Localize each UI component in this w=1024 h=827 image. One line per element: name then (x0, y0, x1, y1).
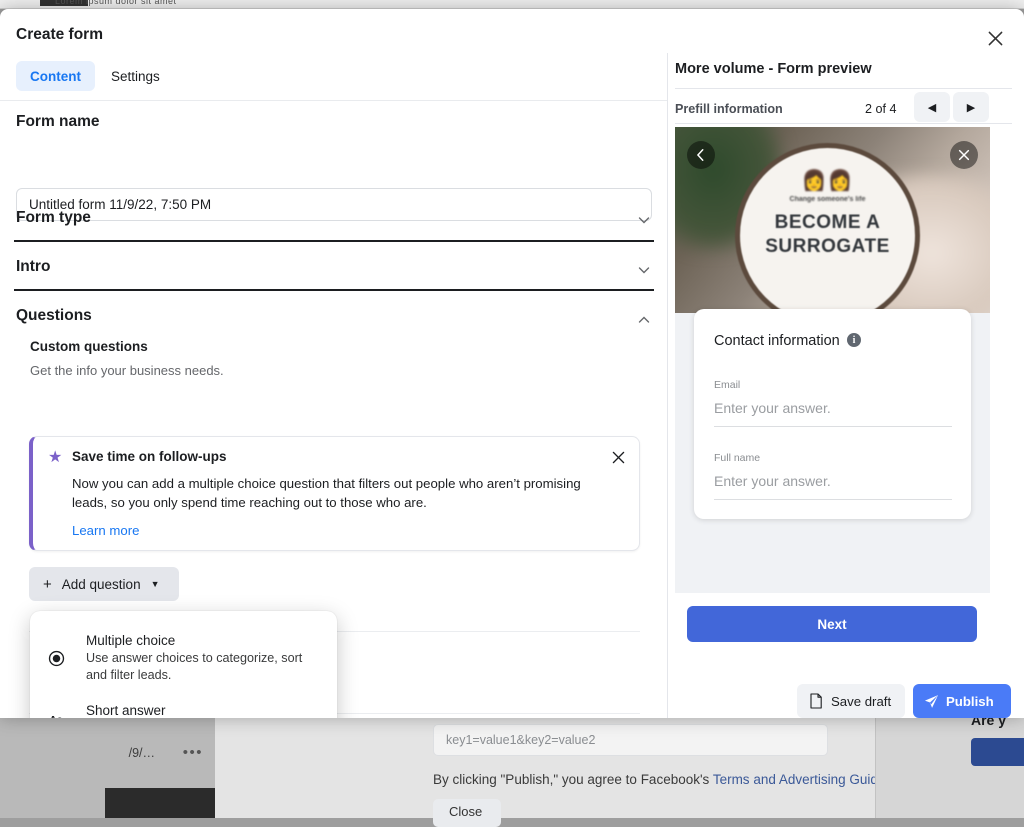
add-question-menu: Multiple choice Use answer choices to ca… (30, 611, 337, 718)
radio-button-glyph (48, 650, 65, 667)
hero-badge: 👩👩 Change someone's life BECOME A SURROG… (735, 143, 920, 313)
chevron-up-icon[interactable] (637, 313, 651, 327)
hero-close-icon[interactable] (950, 141, 978, 169)
document-glyph (809, 693, 823, 709)
menu-item-short-answer[interactable]: Aa Short answer Get additional info in a… (30, 693, 337, 718)
section-heading-intro: Intro (16, 258, 50, 276)
custom-questions-description: Get the info your business needs. (30, 363, 224, 378)
divider-intro (14, 289, 654, 291)
publish-label: Publish (946, 694, 994, 709)
chevron-up-glyph (637, 313, 651, 327)
save-draft-label: Save draft (831, 694, 891, 709)
badge-line-1: BECOME A (775, 212, 881, 234)
send-glyph (924, 694, 939, 709)
close-glyph (988, 31, 1003, 46)
plus-icon: + (43, 577, 52, 592)
background-url-params-input[interactable]: key1=value1&key2=value2 (433, 724, 828, 756)
save-draft-button[interactable]: Save draft (797, 684, 905, 718)
background-right-panel: Are y (875, 706, 1024, 818)
menu-item-desc: Use answer choices to categorize, sort a… (86, 650, 323, 684)
email-field[interactable]: Enter your answer. (714, 400, 831, 416)
surrogate-illustration: 👩👩 (802, 168, 854, 193)
background-divider (875, 706, 876, 818)
prefill-information-label: Prefill information (675, 102, 783, 116)
background-top-text: Lorem ipsum dolor sit amet (55, 0, 177, 6)
add-question-label: Add question (62, 577, 141, 592)
background-url-params-value: key1=value1&key2=value2 (446, 733, 595, 747)
callout-body: Now you can add a multiple choice questi… (72, 474, 607, 512)
preview-next-button[interactable]: ▶ (953, 92, 989, 122)
form-name-heading: Form name (16, 113, 100, 131)
step-counter: 2 of 4 (865, 102, 897, 116)
full-name-field-underline (714, 499, 952, 500)
custom-questions-heading: Custom questions (30, 339, 148, 354)
triangle-right-icon: ▶ (967, 101, 975, 114)
send-icon (924, 694, 939, 709)
background-list-dots-1[interactable]: ••• (183, 744, 203, 761)
menu-item-title: Short answer (86, 702, 323, 718)
triangle-left-icon: ◀ (928, 101, 936, 114)
email-field-underline (714, 426, 952, 427)
tab-content[interactable]: Content (16, 61, 95, 91)
preview-prev-button[interactable]: ◀ (914, 92, 950, 122)
learn-more-link[interactable]: Learn more (72, 523, 139, 538)
tab-bar: Content Settings (0, 61, 667, 101)
form-name-input[interactable] (16, 188, 652, 221)
contact-card-title: Contact information (714, 333, 840, 349)
background-blue-button[interactable] (971, 738, 1024, 766)
chevron-down-icon-intro[interactable] (637, 263, 651, 277)
preview-divider-top (675, 88, 1012, 89)
background-close-button[interactable]: Close (433, 799, 501, 827)
form-editor-panel: Content Settings Form name Form type Int… (0, 53, 668, 718)
chevron-down-glyph-2 (637, 263, 651, 277)
menu-item-title: Multiple choice (86, 632, 323, 650)
callout-title: Save time on follow-ups (72, 449, 227, 464)
chevron-down-icon-addq: ▼ (151, 579, 160, 589)
background-dark-box (105, 788, 227, 818)
phone-preview: 👩👩 Change someone's life BECOME A SURROG… (675, 127, 990, 593)
section-heading-form-type: Form type (16, 209, 91, 227)
badge-subtitle: Change someone's life (790, 196, 866, 203)
divider-form-name (14, 240, 654, 242)
text-aa-icon: Aa (44, 708, 68, 718)
callout-close-icon[interactable] (609, 448, 627, 466)
preview-divider-bottom (675, 123, 1012, 124)
followups-callout: ★ Save time on follow-ups Now you can ad… (29, 436, 640, 551)
menu-item-multiple-choice[interactable]: Multiple choice Use answer choices to ca… (30, 623, 337, 693)
full-name-field[interactable]: Enter your answer. (714, 473, 831, 489)
email-field-label: Email (714, 379, 740, 391)
background-close-label: Close (449, 804, 482, 819)
preview-next-cta-button[interactable]: Next (687, 606, 977, 642)
background-publish-notice-prefix: By clicking "Publish," you agree to Face… (433, 772, 713, 787)
chevron-down-glyph (637, 213, 651, 227)
star-icon: ★ (48, 450, 62, 466)
contact-information-card: Contact information i Email Enter your a… (694, 309, 971, 519)
background-center-panel: URL parameters · optional key1=value1&ke… (215, 706, 875, 818)
chevron-down-icon[interactable] (637, 213, 651, 227)
document-icon (809, 693, 823, 709)
create-form-modal: Create form Content Settings Form name F… (0, 9, 1024, 718)
chevron-left-icon[interactable] (687, 141, 715, 169)
tab-settings[interactable]: Settings (97, 61, 174, 91)
form-hero-image: 👩👩 Change someone's life BECOME A SURROG… (675, 127, 990, 313)
full-name-field-label: Full name (714, 452, 760, 464)
callout-close-glyph (612, 451, 625, 464)
form-preview-panel: More volume - Form preview Prefill infor… (669, 53, 1024, 718)
preview-title: More volume - Form preview (675, 61, 872, 77)
info-icon[interactable]: i (847, 333, 861, 347)
publish-button[interactable]: Publish (913, 684, 1011, 718)
add-question-button[interactable]: + Add question ▼ (29, 567, 179, 601)
background-publish-notice: By clicking "Publish," you agree to Face… (433, 772, 917, 787)
page-title: Create form (16, 26, 103, 44)
chevron-left-glyph (694, 148, 708, 162)
radio-button-icon (44, 646, 68, 670)
close-icon[interactable] (978, 21, 1012, 55)
section-heading-questions: Questions (16, 307, 92, 325)
background-list-item-1: /9/… (129, 746, 155, 760)
badge-line-2: SURROGATE (765, 236, 889, 258)
hero-close-glyph (957, 148, 971, 162)
background-top-strip: Lorem ipsum dolor sit amet (0, 0, 1024, 9)
